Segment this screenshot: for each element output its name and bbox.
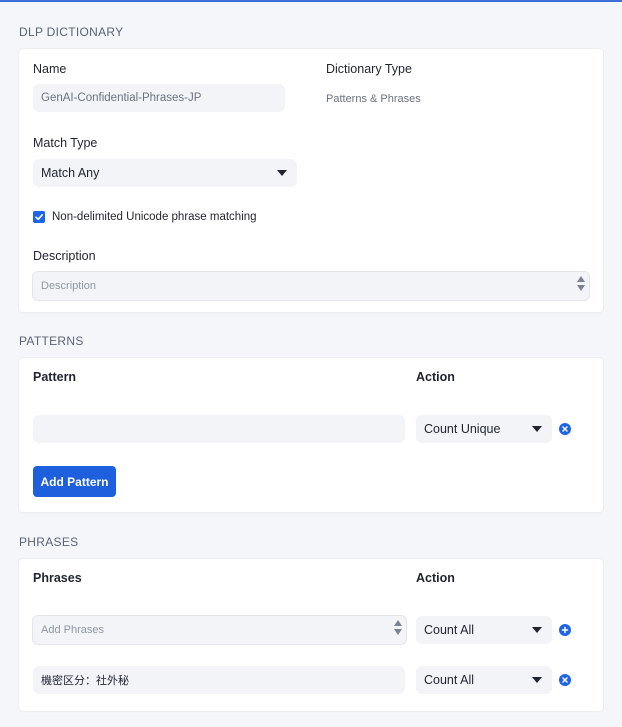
pattern-column-header: Pattern [33,370,77,384]
match-type-label: Match Type [33,136,98,150]
phrases-card: Phrases Action Add Phrases Count All 機密区… [19,559,603,711]
close-icon [562,426,568,432]
plus-icon [561,626,569,634]
phrase-row-action-select[interactable]: Count All [416,666,552,694]
top-accent-line [0,0,622,2]
name-field[interactable]: GenAI-Confidential-Phrases-JP [33,84,285,112]
chevron-down-icon [532,627,542,633]
name-label: Name [33,62,67,76]
phrases-column-header: Phrases [33,571,82,585]
add-pattern-button-label: Add Pattern [40,474,109,489]
pattern-action-value: Count Unique [424,422,501,436]
chevron-down-icon [532,677,542,683]
phrase-row-field[interactable]: 機密区分：社外秘 [33,666,405,694]
phrases-action-column-header: Action [416,571,455,585]
dictionary-type-label: Dictionary Type [326,62,412,76]
unicode-checkbox[interactable] [33,211,45,223]
pattern-input[interactable] [33,415,405,443]
add-phrases-textarea[interactable]: Add Phrases [32,615,407,645]
add-pattern-button[interactable]: Add Pattern [33,466,116,497]
add-phrases-stepper[interactable] [394,620,402,635]
dictionary-type-value: Patterns & Phrases [326,93,421,105]
add-phrases-placeholder: Add Phrases [41,624,104,636]
arrow-down-icon [394,629,402,635]
unicode-option: Non-delimited Unicode phrase matching [33,211,257,223]
remove-phrase-button[interactable] [559,674,571,686]
add-phrase-button[interactable] [559,624,571,636]
description-resize-stepper[interactable] [577,276,585,291]
name-field-value: GenAI-Confidential-Phrases-JP [41,92,202,104]
chevron-down-icon [277,170,287,176]
section-title-dlp-dictionary: DLP DICTIONARY [19,25,124,39]
close-icon [562,677,568,683]
remove-pattern-button[interactable] [559,423,571,435]
chevron-down-icon [532,426,542,432]
phrase-row-action-value: Count All [424,673,475,687]
match-type-value: Match Any [41,166,100,180]
arrow-up-icon [394,620,402,626]
arrow-up-icon [577,276,585,282]
description-label: Description [33,249,96,263]
section-title-phrases: PHRASES [19,535,79,549]
unicode-checkbox-label: Non-delimited Unicode phrase matching [52,211,257,223]
new-phrase-action-value: Count All [424,623,475,637]
match-type-select[interactable]: Match Any [33,159,297,187]
section-title-patterns: PATTERNS [19,334,84,348]
description-textarea[interactable]: Description [32,271,590,301]
pattern-action-select[interactable]: Count Unique [416,415,552,443]
pattern-action-column-header: Action [416,370,455,384]
arrow-down-icon [577,285,585,291]
checkmark-icon [35,214,43,221]
dlp-dictionary-card: Name GenAI-Confidential-Phrases-JP Dicti… [19,49,603,312]
patterns-card: Pattern Action Count Unique Add Pattern [19,358,603,512]
new-phrase-action-select[interactable]: Count All [416,616,552,644]
description-placeholder: Description [41,280,97,292]
phrase-row-value: 機密区分：社外秘 [41,675,129,687]
